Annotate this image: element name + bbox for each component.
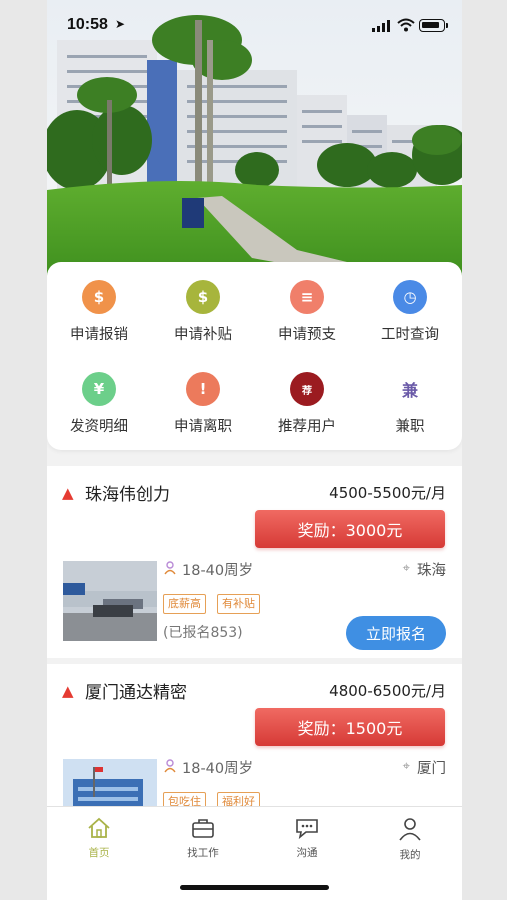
subsidy-bag-icon: $ [186, 280, 220, 314]
location-pin-icon: ⌖ [402, 561, 410, 576]
battery-icon [419, 19, 448, 32]
location-pin-icon: ⌖ [402, 759, 410, 774]
menu-item-label: 申请离职 [174, 419, 232, 435]
tab-mine[interactable]: 我的 [358, 817, 462, 862]
document-icon: ≡ [290, 280, 324, 314]
person-icon [399, 818, 421, 841]
job-location: 厦门 [417, 761, 446, 777]
tab-home[interactable]: 首页 [47, 817, 151, 860]
menu-item-label: 申请补贴 [174, 327, 232, 343]
company-name: 珠海伟创力 [85, 485, 170, 505]
job-card[interactable]: ▲ 珠海伟创力 4500-5500元/月 奖励：3000元 18-40周岁 ⌖ … [47, 466, 462, 658]
apply-now-button[interactable]: 立即报名 [346, 616, 446, 650]
job-tag: 底薪高 [163, 594, 206, 614]
clock-icon: ◷ [393, 280, 427, 314]
fire-icon: ▲ [62, 682, 74, 700]
job-tag: 有补贴 [217, 594, 260, 614]
company-photo [63, 561, 157, 641]
menu-item-label: 申请预支 [278, 327, 336, 343]
location-arrow-icon: ➤ [115, 17, 126, 31]
phone-screen: 10:58 ➤ $ 申请报销 $ 申请补贴 ≡ 申请预支 ◷ 工时查询 ¥ 发资… [47, 0, 462, 900]
tab-find-job[interactable]: 找工作 [151, 817, 255, 860]
menu-item-label: 推荐用户 [278, 419, 336, 435]
briefcase-icon [192, 819, 214, 838]
salary-range: 4500-5500元/月 [329, 484, 446, 502]
menu-item-reimbursement[interactable]: $ 申请报销 [47, 280, 151, 344]
person-age-icon [164, 759, 176, 773]
recommend-badge-icon: 荐 [290, 372, 324, 406]
menu-item-resignation[interactable]: ! 申请离职 [151, 372, 255, 436]
signal-icon [372, 20, 390, 32]
menu-item-advance[interactable]: ≡ 申请预支 [255, 280, 359, 344]
age-requirement: 18-40周岁 [182, 761, 254, 777]
part-time-icon: 兼 [393, 372, 427, 406]
menu-item-work-hours[interactable]: ◷ 工时查询 [358, 280, 462, 344]
chat-icon [296, 819, 318, 840]
menu-item-label: 兼职 [395, 419, 425, 435]
hero-banner-image[interactable]: 10:58 ➤ [47, 0, 462, 280]
money-bag-icon: $ [82, 280, 116, 314]
alert-icon: ! [186, 372, 220, 406]
menu-item-label: 申请报销 [70, 327, 128, 343]
tab-label: 找工作 [187, 847, 219, 859]
fire-icon: ▲ [62, 484, 74, 502]
menu-item-subsidy[interactable]: $ 申请补贴 [151, 280, 255, 344]
status-time: 10:58 [67, 16, 108, 33]
menu-item-label: 工时查询 [381, 327, 439, 343]
status-bar: 10:58 ➤ [47, 0, 462, 50]
wifi-icon [397, 18, 415, 32]
tab-label: 首页 [88, 847, 110, 859]
company-name: 厦门通达精密 [85, 683, 187, 703]
yen-coin-icon: ¥ [82, 372, 116, 406]
menu-item-part-time[interactable]: 兼 兼职 [358, 372, 462, 436]
tab-chat[interactable]: 沟通 [255, 817, 359, 860]
age-requirement: 18-40周岁 [182, 563, 254, 579]
signed-up-count: (已报名853) [163, 625, 243, 641]
person-age-icon [164, 561, 176, 575]
job-card[interactable]: ▲ 厦门通达精密 4800-6500元/月 奖励：1500元 18-40周岁 ⌖… [47, 664, 462, 839]
salary-range: 4800-6500元/月 [329, 682, 446, 700]
home-indicator[interactable] [180, 885, 329, 890]
reward-badge: 奖励：1500元 [255, 708, 445, 746]
tab-label: 沟通 [296, 847, 318, 859]
menu-item-payroll[interactable]: ¥ 发资明细 [47, 372, 151, 436]
quick-menu: $ 申请报销 $ 申请补贴 ≡ 申请预支 ◷ 工时查询 ¥ 发资明细 ! 申请离… [47, 262, 462, 450]
home-icon [88, 817, 110, 838]
menu-item-recommend[interactable]: 荐 推荐用户 [255, 372, 359, 436]
reward-badge: 奖励：3000元 [255, 510, 445, 548]
menu-item-label: 发资明细 [70, 419, 128, 435]
job-location: 珠海 [417, 563, 446, 579]
tab-label: 我的 [399, 849, 421, 861]
